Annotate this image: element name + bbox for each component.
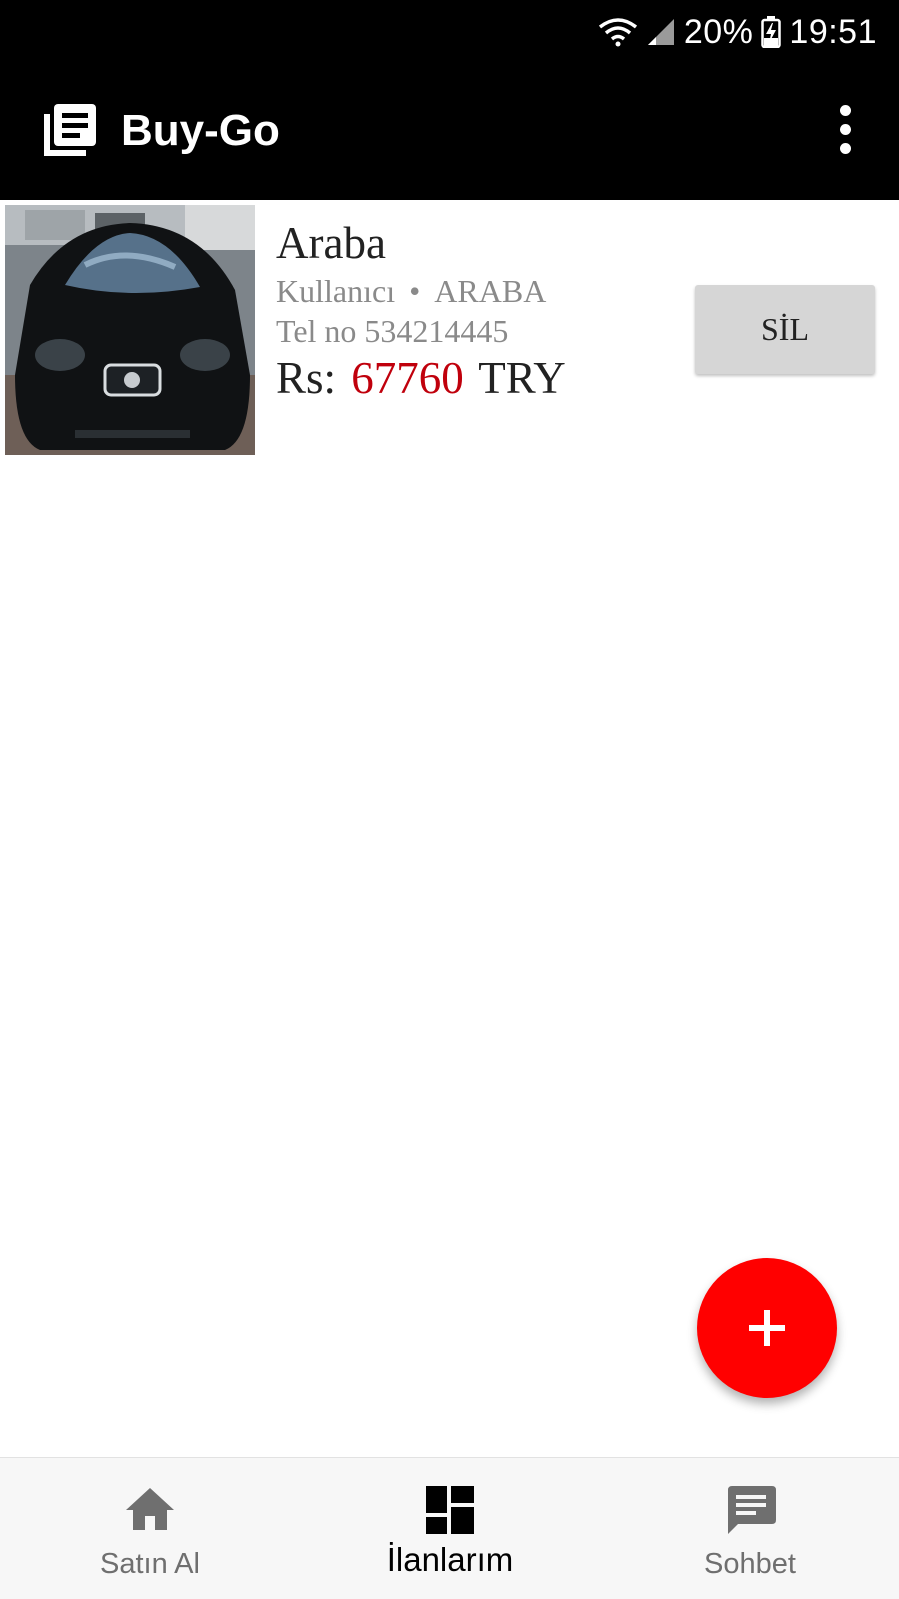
- price-amount: 67760: [351, 353, 464, 403]
- listing-category: ARABA: [434, 273, 547, 309]
- nav-item-sohbet[interactable]: Sohbet: [600, 1458, 899, 1599]
- price-currency: TRY: [478, 353, 566, 403]
- listing-price: Rs: 67760 TRY: [276, 352, 566, 404]
- plus-icon: [749, 1310, 785, 1346]
- more-vert-icon[interactable]: [820, 101, 870, 157]
- chat-icon: [728, 1486, 776, 1534]
- signal-icon: [647, 18, 674, 45]
- status-bar: 20% 19:51: [0, 0, 899, 63]
- listing-title: Araba: [276, 218, 386, 268]
- separator-dot: •: [409, 273, 421, 309]
- dashboard-icon: [426, 1486, 474, 1534]
- menu-dot: [839, 142, 851, 154]
- delete-button[interactable]: SİL: [695, 285, 875, 374]
- clock: 19:51: [789, 12, 877, 51]
- news-list-icon: [44, 104, 96, 156]
- bottom-navigation: Satın Al İlanlarım Sohbet: [0, 1457, 899, 1599]
- nav-item-ilanlarim[interactable]: İlanlarım: [300, 1458, 600, 1599]
- battery-percentage: 20%: [683, 12, 754, 51]
- listing-user: Kullanıcı: [276, 273, 396, 309]
- car-photo-image: [5, 205, 255, 455]
- listing-meta: Kullanıcı • ARABA: [276, 272, 546, 310]
- nav-label-ilanlarim: İlanlarım: [386, 1541, 514, 1578]
- car-photo[interactable]: [5, 205, 255, 455]
- nav-item-satin-al[interactable]: Satın Al: [0, 1458, 300, 1599]
- battery-charging-icon: [761, 15, 782, 48]
- price-prefix: Rs:: [276, 353, 337, 403]
- home-icon: [126, 1488, 174, 1530]
- menu-dot: [839, 123, 851, 135]
- wifi-icon: [598, 17, 637, 46]
- menu-dot: [839, 104, 851, 116]
- app-bar: Buy-Go: [0, 63, 899, 200]
- listing-item[interactable]: Araba Kullanıcı • ARABA Tel no 534214445 R…: [0, 200, 899, 462]
- nav-label-satin-al: Satın Al: [100, 1548, 200, 1580]
- add-listing-button[interactable]: [697, 1258, 837, 1398]
- nav-label-sohbet: Sohbet: [704, 1548, 796, 1580]
- listing-phone: Tel no 534214445: [276, 313, 509, 349]
- app-title: Buy-Go: [121, 106, 280, 155]
